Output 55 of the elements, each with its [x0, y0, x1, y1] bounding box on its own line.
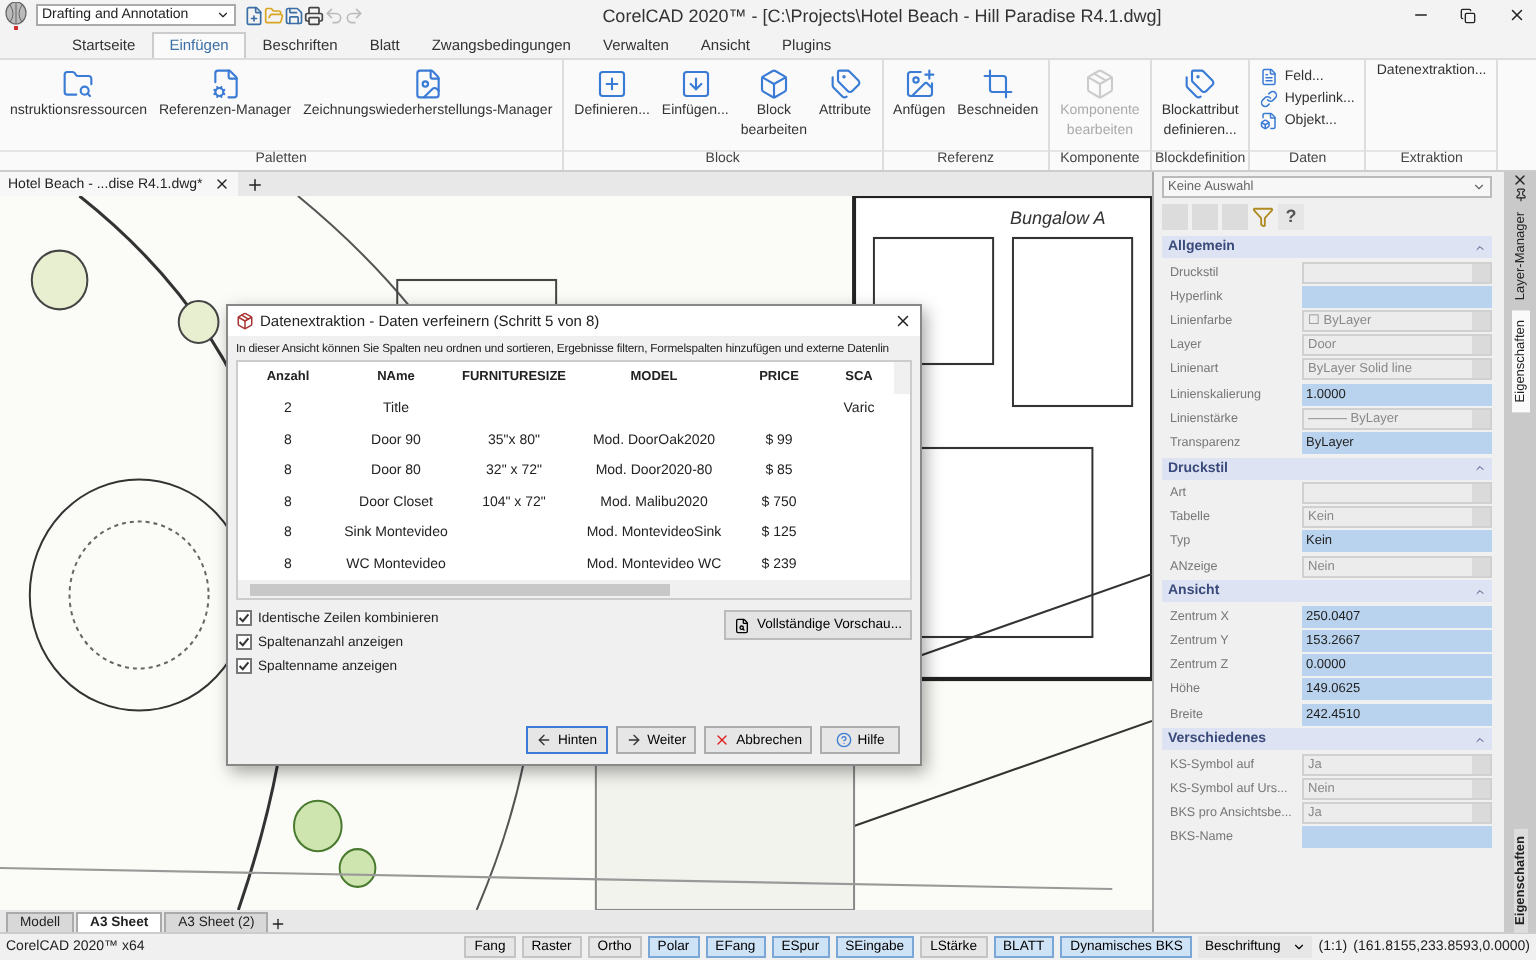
balloon-logo-icon [4, 1, 28, 29]
close-icon [1507, 6, 1525, 24]
folder-search-icon [62, 68, 95, 100]
block-edit-icon [757, 68, 790, 100]
close-icon [894, 312, 912, 330]
caret-icon [1292, 940, 1307, 954]
property-dropdown[interactable] [1302, 261, 1492, 284]
link-icon [1260, 90, 1279, 108]
property-field[interactable] [1302, 826, 1492, 849]
checkbox[interactable] [236, 658, 252, 674]
scrollbar[interactable] [894, 362, 910, 394]
new-file-icon [244, 5, 264, 25]
object-icon [1260, 112, 1279, 130]
undo-icon [324, 5, 344, 25]
caret-icon [1472, 180, 1486, 194]
add-tab-icon [246, 175, 265, 193]
plus-block-icon [596, 68, 629, 100]
collapse-icon [1474, 462, 1486, 474]
close-icon [1512, 172, 1528, 188]
arrow-icon [535, 732, 552, 748]
document-icon [734, 617, 751, 633]
print-icon [304, 5, 324, 25]
field-icon [1260, 68, 1279, 86]
tag-icon [1184, 68, 1217, 100]
insert-block-icon [679, 68, 712, 100]
image-plus-icon [903, 68, 936, 100]
save-icon [284, 5, 304, 25]
crop-icon [981, 68, 1014, 100]
tags-icon [829, 68, 861, 100]
window-title: CorelCAD 2020™ - [C:\Projects\Hotel Beach - Hill Paradise R4.1.dwg] [600, 5, 1164, 25]
collapse-icon [1474, 241, 1486, 253]
collapse-icon [1474, 585, 1486, 598]
collapse-icon [1474, 733, 1486, 746]
gear-document-icon [209, 68, 242, 100]
package-icon [1083, 68, 1116, 100]
help-button[interactable]: ? [1278, 203, 1304, 229]
filter-icon [1252, 205, 1274, 227]
checkbox[interactable] [236, 610, 252, 626]
cross-icon [714, 732, 731, 748]
open-folder-icon [264, 5, 284, 25]
checkbox[interactable] [236, 634, 252, 650]
arrow-icon [625, 732, 642, 748]
property-dropdown[interactable] [1302, 482, 1492, 505]
app-icon [236, 312, 254, 330]
redo-icon [344, 5, 364, 25]
restore-icon [1460, 7, 1476, 23]
caret-icon [216, 8, 230, 22]
scrollbar-thumb[interactable] [250, 583, 670, 596]
property-field[interactable] [1302, 285, 1492, 308]
drawing-label: Bungalow A [1010, 208, 1106, 228]
close-icon [214, 176, 231, 192]
image-document-icon [411, 68, 444, 100]
pin-icon [1513, 188, 1527, 202]
add-sheet-icon [270, 916, 287, 932]
help-icon [835, 732, 852, 748]
